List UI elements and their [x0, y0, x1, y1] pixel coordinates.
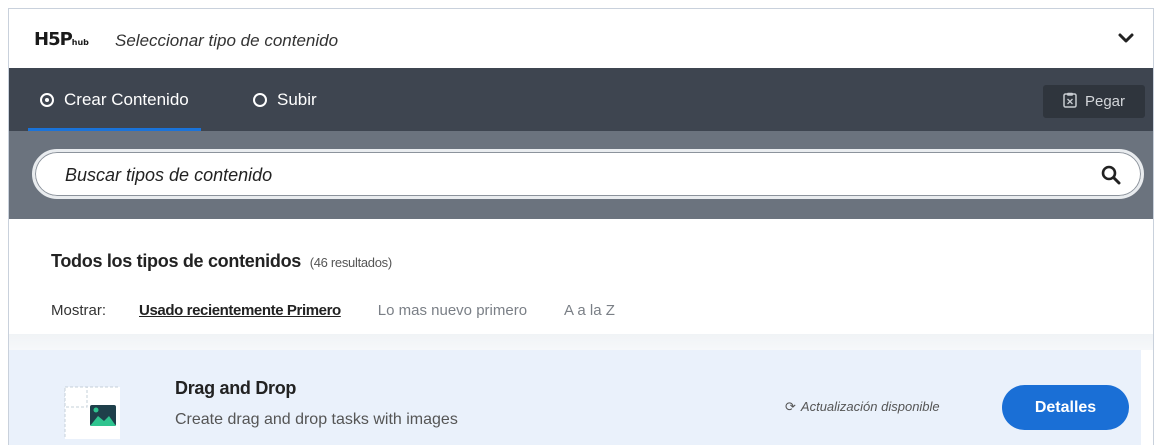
sort-option-recent[interactable]: Usado recientemente Primero [139, 302, 341, 319]
h5p-hub-logo: H5Phub [34, 31, 89, 52]
search-placeholder: Buscar tipos de contenido [65, 165, 273, 185]
paste-label: Pegar [1084, 93, 1126, 110]
update-status-label: Actualización disponible [800, 399, 940, 414]
radio-checked-icon [40, 92, 54, 107]
results-count: (46 resultados) [309, 255, 393, 270]
radio-unchecked-icon [253, 92, 267, 107]
clipboard-icon [1063, 92, 1077, 111]
tab-create-label: Crear Contenido [64, 89, 189, 109]
results-title-text: Todos los tipos de contenidos [51, 251, 301, 271]
item-description: Create drag and drop tasks with images [175, 411, 458, 428]
list-item[interactable]: Drag and Drop Create drag and drop tasks… [9, 350, 1141, 445]
item-title: Drag and Drop [175, 378, 297, 398]
search-icon[interactable] [1101, 165, 1121, 185]
details-button[interactable]: Detalles [1002, 385, 1129, 430]
refresh-icon: ⟳ [785, 399, 796, 414]
hub-header[interactable]: H5Phub Seleccionar tipo de contenido [9, 9, 1153, 68]
drag-and-drop-icon [64, 386, 120, 439]
header-title: Seleccionar tipo de contenido [115, 31, 339, 50]
tab-bar: Crear Contenido Subir Pegar [9, 68, 1153, 131]
update-status[interactable]: ⟳ Actualización disponible [785, 399, 940, 415]
sort-label: Mostrar: [51, 302, 107, 319]
tab-upload[interactable]: Subir [253, 68, 317, 131]
chevron-down-icon[interactable] [1117, 29, 1135, 47]
results-divider [9, 334, 1153, 350]
sort-option-alphabetical[interactable]: A a la Z [564, 302, 615, 319]
search-input[interactable]: Buscar tipos de contenido [32, 149, 1144, 199]
results-title: Todos los tipos de contenidos (46 result… [51, 251, 392, 272]
logo-sub: hub [71, 38, 89, 47]
sort-option-newest[interactable]: Lo mas nuevo primero [378, 302, 527, 319]
results-header: Todos los tipos de contenidos (46 result… [9, 219, 1153, 334]
tab-upload-label: Subir [277, 89, 317, 109]
search-bar: Buscar tipos de contenido [9, 131, 1153, 219]
tab-create-content[interactable]: Crear Contenido [28, 68, 201, 131]
sort-row: Mostrar: Usado recientemente Primero Lo … [51, 302, 652, 319]
paste-button[interactable]: Pegar [1043, 85, 1145, 118]
scrollbar[interactable] [1141, 350, 1153, 445]
h5p-hub: H5Phub Seleccionar tipo de contenido Cre… [8, 8, 1154, 445]
logo-main: H5P [34, 29, 73, 50]
